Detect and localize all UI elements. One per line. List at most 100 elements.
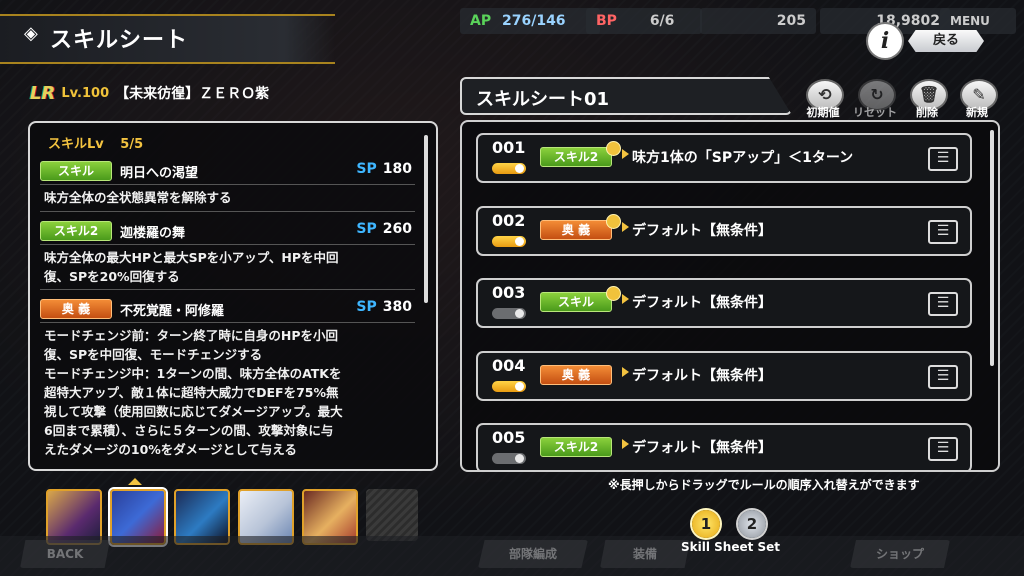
rule-condition: デフォルト【無条件】 <box>632 368 772 384</box>
skill-level-value: 5/5 <box>120 137 144 152</box>
skill-tag: スキル2 <box>40 221 112 241</box>
rule-number: 005 <box>492 428 526 447</box>
skill-row: 奥 義 不死覚醒・阿修羅 SP 380 <box>40 298 412 320</box>
rule-skill-tag: スキル2 <box>540 147 612 167</box>
page-title: スキルシート <box>50 28 189 53</box>
nav-party[interactable]: 部隊編成 <box>478 540 588 568</box>
sp-label: SP <box>356 161 377 177</box>
skill-description: モードチェンジ前：ターン終了時に自身のHPを小回 復、SPを中回復、モードチェン… <box>44 326 414 459</box>
arrow-icon <box>622 149 629 159</box>
rule-row[interactable]: 004 奥 義 デフォルト【無条件】 ☰ <box>476 351 972 401</box>
sheet-set-2[interactable]: 2 <box>738 510 766 538</box>
desc-line: モードチェンジ前：ターン終了時に自身のHPを小回 <box>44 328 338 343</box>
tool-label-new: 新規 <box>966 106 988 119</box>
sheet-title: スキルシート01 <box>476 89 610 110</box>
drag-handle-icon[interactable]: ☰ <box>928 437 958 461</box>
tool-label-default: 初期値 <box>806 106 840 119</box>
skill-panel[interactable]: スキルLv 5/5 スキル 明日への渇望 SP 180 味方全体の全状態異常を解除… <box>28 121 438 471</box>
drag-handle-icon[interactable]: ☰ <box>928 147 958 171</box>
arrow-icon <box>622 439 629 449</box>
sp-value: 380 <box>382 299 412 315</box>
divider <box>40 211 415 212</box>
character-level: Lv.100 <box>61 85 110 101</box>
bp-status: BP 6/6 <box>586 8 702 34</box>
skill-level-label: スキルLv <box>48 137 104 152</box>
skill-row: スキル 明日への渇望 SP 180 <box>40 160 412 182</box>
sp-value: 260 <box>382 221 412 237</box>
ap-label: AP <box>470 13 492 29</box>
bp-value: 6/6 <box>649 13 675 29</box>
drag-handle-icon[interactable]: ☰ <box>928 220 958 244</box>
rule-skill-tag: 奥 義 <box>540 365 612 385</box>
drag-handle-icon[interactable]: ☰ <box>928 292 958 316</box>
desc-line: えたダメージの10%をダメージとして与える <box>44 442 297 457</box>
rule-row[interactable]: 005 スキル2 デフォルト【無条件】 ☰ <box>476 423 972 470</box>
sp-label: SP <box>356 299 377 315</box>
divider <box>40 244 415 245</box>
skill-sp: SP 380 <box>356 299 412 315</box>
medal-icon <box>606 141 621 156</box>
medal-icon <box>606 286 621 301</box>
rule-list[interactable]: 001 スキル2 味方1体の「SPアップ」＜1ターン ☰ 002 奥 義 デフォ… <box>460 120 1000 472</box>
gem-count: 205 <box>776 13 806 29</box>
skill-row: スキル2 迦楼羅の舞 SP 260 <box>40 220 412 242</box>
skill-scrollbar[interactable] <box>424 135 428 303</box>
skill-tag: スキル <box>40 161 112 181</box>
rule-row[interactable]: 002 奥 義 デフォルト【無条件】 ☰ <box>476 206 972 256</box>
arrow-icon <box>622 367 629 377</box>
ap-value: 276/146 <box>501 13 566 29</box>
nav-back[interactable]: BACK <box>20 540 110 568</box>
divider <box>40 289 415 290</box>
rule-toggle[interactable] <box>492 308 526 319</box>
desc-line: 6回まで累積）、さらに５ターンの間、攻撃対象に与 <box>44 423 334 438</box>
rule-toggle[interactable] <box>492 453 526 464</box>
sheet-set-1[interactable]: 1 <box>692 510 720 538</box>
skill-description: 味方全体の最大HPと最大SPを小アップ、HPを中回 復、SPを20%回復する <box>44 248 414 286</box>
character-name: 【未来彷徨】ＺＥＲＯ紫 <box>115 86 270 102</box>
rule-condition: デフォルト【無条件】 <box>632 440 772 456</box>
desc-line: 復、SPを20%回復する <box>44 269 180 284</box>
rule-number: 004 <box>492 356 526 375</box>
sp-label: SP <box>356 221 377 237</box>
desc-line: 復、SPを中回復、モードチェンジする <box>44 347 263 362</box>
divider <box>40 322 415 323</box>
rule-condition: デフォルト【無条件】 <box>632 295 772 311</box>
nav-equip[interactable]: 装備 <box>600 540 690 568</box>
skill-sheet-set-label: Skill Sheet Set <box>681 540 781 554</box>
skill-level: スキルLv 5/5 <box>48 133 143 152</box>
skill-name: 不死覚醒・阿修羅 <box>120 304 225 319</box>
rule-condition: 味方1体の「SPアップ」＜1ターン <box>632 150 854 166</box>
rule-skill-tag: スキル2 <box>540 437 612 457</box>
reorder-note: ※長押しからドラッグでルールの順序入れ替えができます <box>608 478 920 492</box>
rule-row[interactable]: 003 スキル デフォルト【無条件】 ☰ <box>476 278 972 328</box>
arrow-icon <box>622 294 629 304</box>
gem-status: 205 <box>700 8 816 34</box>
character-line: LR Lv.100 【未来彷徨】ＺＥＲＯ紫 <box>30 82 269 104</box>
ap-status: AP 276/146 <box>460 8 600 34</box>
rule-scrollbar[interactable] <box>990 130 994 366</box>
tool-label-reset: リセット <box>853 106 897 119</box>
rule-number: 003 <box>492 283 526 302</box>
nav-shop[interactable]: ショップ <box>850 540 950 568</box>
back-button[interactable]: 戻る <box>908 30 984 52</box>
rule-number: 002 <box>492 211 526 230</box>
skill-name: 明日への渇望 <box>120 166 199 181</box>
arrow-icon <box>622 222 629 232</box>
rule-row[interactable]: 001 スキル2 味方1体の「SPアップ」＜1ターン ☰ <box>476 133 972 183</box>
info-button[interactable]: i <box>868 24 902 58</box>
rule-toggle[interactable] <box>492 236 526 247</box>
rule-toggle[interactable] <box>492 381 526 392</box>
drag-handle-icon[interactable]: ☰ <box>928 365 958 389</box>
rule-skill-tag: スキル <box>540 292 612 312</box>
rarity-badge: LR <box>30 82 56 104</box>
skill-description: 味方全体の全状態異常を解除する <box>44 188 414 207</box>
skill-sp: SP 260 <box>356 221 412 237</box>
sheet-title-bar: スキルシート01 <box>460 77 792 115</box>
desc-line: 味方全体の全状態異常を解除する <box>44 190 232 205</box>
desc-line: 視して攻撃（使用回数に応じてダメージアップ。最大 <box>44 404 343 419</box>
rule-toggle[interactable] <box>492 163 526 174</box>
rule-number: 001 <box>492 138 526 157</box>
desc-line: 超特大アップ、敵１体に超特大威力でDEFを75%無 <box>44 385 339 400</box>
skill-name: 迦楼羅の舞 <box>120 226 186 241</box>
sp-value: 180 <box>382 161 412 177</box>
